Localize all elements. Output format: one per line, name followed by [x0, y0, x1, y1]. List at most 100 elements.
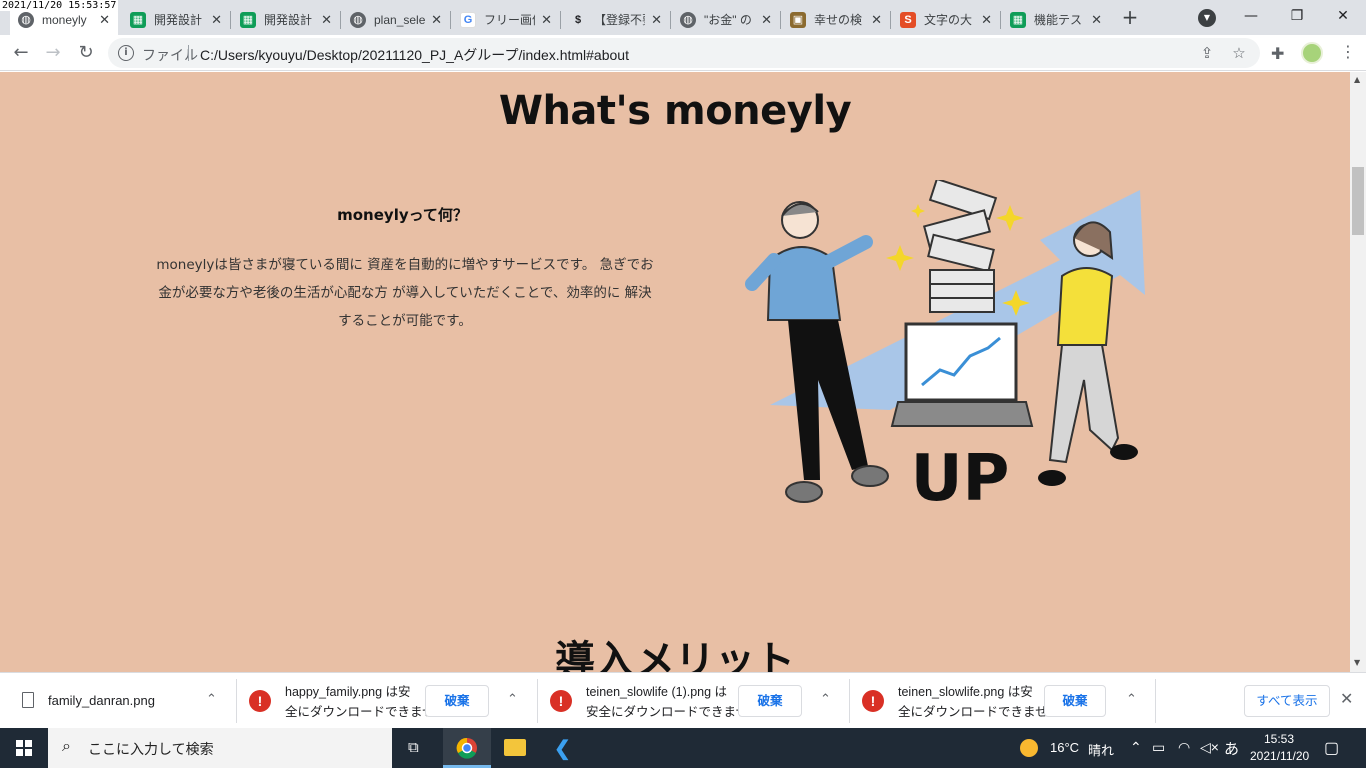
- restore-icon[interactable]: ❐: [1274, 0, 1320, 32]
- close-download-bar-icon[interactable]: ✕: [1340, 689, 1353, 709]
- close-icon[interactable]: ✕: [651, 12, 662, 28]
- tab-free-images[interactable]: G フリー画像 ✕: [452, 4, 560, 35]
- download-warning-text: happy_family.png は安 全にダウンロードできません: [285, 682, 447, 722]
- security-label: ファイル: [142, 47, 198, 63]
- download-item-happy-family[interactable]: ! happy_family.png は安 全にダウンロードできません 破棄 ⌃: [237, 673, 537, 729]
- download-warning-line2: 全にダウンロードできません: [898, 705, 1061, 719]
- explorer-taskbar-app[interactable]: [491, 728, 539, 768]
- url-text[interactable]: C:/Users/kyouyu/Desktop/20211120_PJ_Aグルー…: [200, 45, 629, 65]
- tab-title: moneyly: [42, 12, 87, 27]
- profile-avatar[interactable]: [1301, 42, 1323, 64]
- clock-time[interactable]: 15:53: [1264, 732, 1294, 746]
- close-icon[interactable]: ✕: [211, 12, 222, 28]
- scroll-down-icon[interactable]: ▼: [1354, 658, 1360, 667]
- close-icon[interactable]: ✕: [99, 12, 110, 28]
- chrome-taskbar-app[interactable]: [443, 728, 491, 768]
- taskbar-search[interactable]: ⌕ ここに入力して検索: [48, 728, 392, 768]
- scrollbar-thumb[interactable]: [1352, 167, 1364, 235]
- close-icon[interactable]: ✕: [1091, 12, 1102, 28]
- omnibox-divider: [188, 45, 189, 61]
- tab-okane[interactable]: ◍ "お金" の ✕: [672, 4, 780, 35]
- volume-muted-icon[interactable]: ◁×: [1200, 739, 1219, 756]
- window-close-icon[interactable]: ✕: [1320, 0, 1366, 32]
- windows-taskbar: ⌕ ここに入力して検索 ⧉ ❮ 16°C 晴れ ⌃ ▭ ◠ ◁× あ 15:53…: [0, 728, 1366, 768]
- tab-plan-select[interactable]: ◍ plan_sele ✕: [342, 4, 450, 35]
- close-icon[interactable]: ✕: [431, 12, 442, 28]
- address-bar[interactable]: i ファイル C:/Users/kyouyu/Desktop/20211120_…: [108, 38, 1260, 68]
- ime-indicator[interactable]: あ: [1224, 738, 1239, 759]
- tab-strip: ◍ moneyly ✕ ▦ 開発設計 ✕ ▦ 開発設計 ✕ ◍ plan_sel…: [0, 0, 1366, 35]
- download-divider: [1155, 679, 1156, 723]
- close-icon[interactable]: ✕: [981, 12, 992, 28]
- search-icon: ⌕: [62, 738, 71, 755]
- tab-divider: [670, 11, 671, 29]
- tab-title: 開発設計: [154, 13, 203, 27]
- tab-divider: [890, 11, 891, 29]
- page-scrollbar[interactable]: ▲ ▼: [1350, 72, 1366, 672]
- notification-icon[interactable]: ▢: [1324, 738, 1339, 758]
- menu-kebab-icon[interactable]: ⋮: [1340, 42, 1356, 61]
- bookmark-star-icon[interactable]: ☆: [1230, 44, 1248, 62]
- warning-icon: !: [862, 690, 884, 712]
- back-icon[interactable]: ←: [7, 39, 35, 67]
- info-icon[interactable]: i: [118, 45, 134, 61]
- download-item-teinen-slowlife-1[interactable]: ! teinen_slowlife (1).png は 安全にダウンロードできま…: [538, 673, 849, 729]
- minimize-icon[interactable]: —: [1228, 0, 1274, 32]
- close-icon[interactable]: ✕: [871, 12, 882, 28]
- globe-icon: ◍: [18, 11, 34, 28]
- taskbar-search-placeholder: ここに入力して検索: [88, 741, 214, 757]
- close-icon[interactable]: ✕: [321, 12, 332, 28]
- chevron-up-icon[interactable]: ⌃: [1126, 691, 1137, 707]
- tab-search-icon[interactable]: ▼: [1198, 9, 1216, 27]
- tab-divider: [780, 11, 781, 29]
- tab-moji[interactable]: S 文字の大 ✕: [892, 4, 1000, 35]
- download-item-teinen-slowlife[interactable]: ! teinen_slowlife.png は安 全にダウンロードできません 破…: [850, 673, 1155, 729]
- clock-date[interactable]: 2021/11/20: [1250, 749, 1309, 763]
- globe-icon: ◍: [680, 11, 696, 28]
- chevron-up-icon[interactable]: ⌃: [820, 691, 831, 707]
- chevron-up-icon[interactable]: ⌃: [507, 691, 518, 707]
- battery-icon[interactable]: ▭: [1152, 739, 1165, 756]
- chevron-up-icon[interactable]: ⌃: [206, 691, 217, 707]
- warning-icon: !: [249, 690, 271, 712]
- tab-title: plan_sele: [374, 12, 426, 27]
- reload-icon[interactable]: ↻: [72, 39, 100, 67]
- sheets-icon: ▦: [130, 11, 146, 28]
- close-icon[interactable]: ✕: [761, 12, 772, 28]
- discard-button[interactable]: 破棄: [738, 685, 802, 717]
- download-warning-line1: teinen_slowlife (1).png は: [586, 685, 728, 699]
- start-button[interactable]: [0, 728, 48, 768]
- windows-logo-icon: [16, 740, 32, 756]
- page-viewport: What's moneyly moneylyって何？ moneylyは皆さまが寝…: [0, 72, 1350, 672]
- show-all-downloads-button[interactable]: すべて表示: [1244, 685, 1330, 717]
- vscode-taskbar-app[interactable]: ❮: [540, 728, 588, 768]
- chevron-up-icon[interactable]: ⌃: [1130, 739, 1142, 756]
- warning-icon: !: [550, 690, 572, 712]
- up-label: UP: [911, 442, 1010, 510]
- task-view-button[interactable]: ⧉: [392, 728, 440, 768]
- weather-desc[interactable]: 晴れ: [1088, 740, 1114, 759]
- extensions-puzzle-icon[interactable]: ✚: [1271, 44, 1284, 63]
- download-item-family-danran[interactable]: family_danran.png ⌃: [0, 673, 236, 729]
- forward-icon[interactable]: →: [39, 39, 67, 67]
- task-view-icon: ⧉: [408, 739, 419, 756]
- tab-kaihatsu-1[interactable]: ▦ 開発設計 ✕: [122, 4, 230, 35]
- globe-icon: ◍: [350, 11, 366, 28]
- download-bar: family_danran.png ⌃ ! happy_family.png は…: [0, 672, 1366, 728]
- download-warning-line1: happy_family.png は安: [285, 685, 411, 699]
- share-icon[interactable]: ⇪: [1198, 44, 1216, 62]
- wifi-icon[interactable]: ◠: [1178, 739, 1190, 756]
- discard-button[interactable]: 破棄: [1044, 685, 1106, 717]
- tab-kaihatsu-2[interactable]: ▦ 開発設計 ✕: [232, 4, 340, 35]
- tab-kinou-test[interactable]: ▦ 機能テス ✕: [1002, 4, 1110, 35]
- tab-divider: [340, 11, 341, 29]
- tab-title: 文字の大: [924, 13, 973, 27]
- tab-shiawase[interactable]: ▣ 幸せの検 ✕: [782, 4, 890, 35]
- scroll-up-icon[interactable]: ▲: [1354, 75, 1360, 84]
- discard-button[interactable]: 破棄: [425, 685, 489, 717]
- new-tab-button[interactable]: +: [1118, 5, 1142, 29]
- close-icon[interactable]: ✕: [541, 12, 552, 28]
- tab-registration[interactable]: $ 【登録不要 ✕: [562, 4, 670, 35]
- about-heading: moneylyって何？: [337, 206, 468, 224]
- weather-temp[interactable]: 16°C: [1050, 740, 1079, 755]
